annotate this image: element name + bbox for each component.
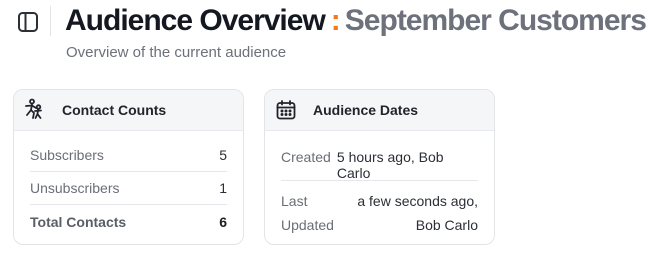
page-subtitle: Overview of the current audience [66,44,287,61]
sidebar-toggle-button[interactable] [15,9,41,35]
last-updated-row: Last Updated a few seconds ago, Bob Carl… [281,181,478,237]
last-updated-value-line1: a few seconds ago, [357,193,478,209]
page-title: Audience Overview: September Customers [65,3,647,39]
people-running-icon [22,97,48,123]
last-updated-value-line2: Bob Carlo [415,217,478,233]
contact-counts-title: Contact Counts [62,102,167,118]
sidebar-panel-icon [17,11,39,33]
contact-counts-header: Contact Counts [14,90,243,131]
unsubscribers-label: Unsubscribers [30,180,120,196]
contact-counts-card: Contact Counts Subscribers 5 Unsubscribe… [13,89,244,245]
contact-counts-list: Subscribers 5 Unsubscribers 1 Total Cont… [14,139,243,238]
audience-dates-card: Audience Dates Created 5 hours ago, Bob … [264,89,495,245]
total-contacts-row: Total Contacts 6 [30,205,227,238]
last-updated-label: Last Updated [281,189,334,237]
header-divider [50,6,51,36]
audience-dates-title: Audience Dates [313,102,419,118]
unsubscribers-row: Unsubscribers 1 [30,172,227,205]
audience-dates-header: Audience Dates [265,90,494,131]
subscribers-row: Subscribers 5 [30,139,227,172]
unsubscribers-value: 1 [219,180,227,196]
last-updated-label-line2: Updated [281,217,334,233]
audience-dates-list: Created 5 hours ago, Bob Carlo Last Upda… [265,131,494,237]
last-updated-value: a few seconds ago, Bob Carlo [357,189,478,237]
subscribers-value: 5 [219,147,227,163]
subscribers-label: Subscribers [30,147,104,163]
calendar-icon [273,97,299,123]
created-label: Created [281,149,331,165]
page-title-text: Audience Overview [65,4,326,37]
total-contacts-value: 6 [219,213,227,230]
created-value: 5 hours ago, Bob Carlo [336,149,444,181]
title-separator: : [330,4,341,37]
created-row: Created 5 hours ago, Bob Carlo [281,131,478,181]
total-contacts-label: Total Contacts [30,213,127,230]
last-updated-label-line1: Last [281,193,308,209]
audience-name: September Customers [344,4,647,37]
